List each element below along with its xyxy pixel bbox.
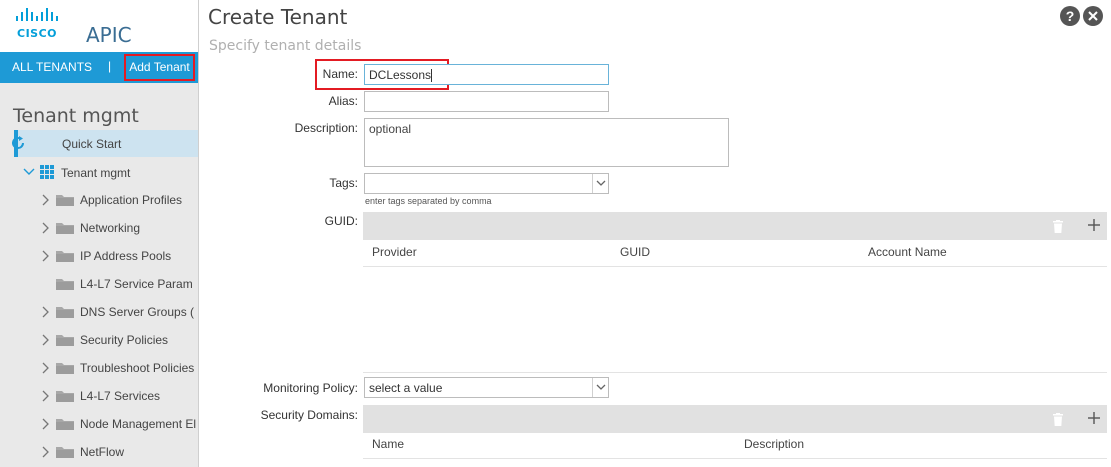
plus-icon[interactable] [1087,218,1101,232]
chevron-right-icon[interactable] [40,418,50,430]
folder-icon [56,195,74,206]
sidebar-item-quick-start[interactable]: Quick Start [12,130,198,157]
sidebar-heading: Tenant mgmt [13,105,139,127]
add-tenant-button[interactable]: Add Tenant [124,54,195,81]
trash-icon[interactable] [1052,413,1064,426]
chevron-right-icon[interactable] [40,250,50,262]
chevron-down-icon[interactable] [23,167,35,177]
chevron-right-icon[interactable] [40,390,50,402]
security-domains-toolbar [363,405,1107,433]
tenant-bar: ALL TENANTS | Add Tenant [0,52,198,83]
plus-icon[interactable] [1087,411,1101,425]
description-textarea[interactable]: optional [364,118,729,167]
cisco-logo-bars-icon [16,8,58,21]
name-label: Name: [322,67,358,81]
sidebar-tree-item[interactable]: Security Policies [0,326,198,354]
guid-column-account-name[interactable]: Account Name [868,245,947,259]
sidebar-tree-item[interactable]: Troubleshoot Policies [0,354,198,382]
chevron-right-icon[interactable] [40,306,50,318]
sidebar-item-label: Troubleshoot Policies [80,361,195,375]
sidebar-item-label: IP Address Pools [80,249,172,263]
sidebar-tree-item[interactable]: Application Profiles [0,186,198,214]
chevron-right-icon[interactable] [40,362,50,374]
chevron-right-icon[interactable] [40,222,50,234]
monitoring-policy-placeholder: select a value [369,381,443,395]
sidebar-item-label: Tenant mgmt [61,166,131,180]
guid-column-guid[interactable]: GUID [620,245,650,259]
monitoring-policy-select[interactable]: select a value [364,377,609,398]
left-sidebar: CISCO APIC ALL TENANTS | Add Tenant Tena… [0,0,199,467]
tags-hint: enter tags separated by comma [365,196,492,206]
guid-label: GUID: [324,214,358,228]
cisco-logo-text: CISCO [17,27,58,40]
quick-start-icon [12,136,25,149]
tags-select[interactable] [364,173,609,194]
chevron-right-icon[interactable] [40,334,50,346]
folder-icon [56,279,74,290]
folder-icon [56,251,74,262]
sidebar-tree-item[interactable]: DNS Server Groups ( [0,298,198,326]
page-title: Create Tenant [208,5,348,29]
sidebar-tree-item[interactable]: IP Address Pools [0,242,198,270]
close-icon[interactable] [1083,6,1103,26]
brand-area: CISCO APIC [0,0,198,52]
description-placeholder: optional [369,122,412,136]
sidebar-tree-item[interactable]: NetFlow [0,438,198,466]
create-tenant-dialog: Create Tenant Specify tenant details ? N… [200,0,1111,467]
name-input[interactable]: DCLessons [364,64,609,85]
sidebar-item-label: Application Profiles [80,193,183,207]
sidebar-item-tenant-mgmt[interactable]: Tenant mgmt [0,158,198,186]
sidebar-item-label: L4-L7 Service Param [80,277,193,291]
sidebar-item-label: Quick Start [62,137,122,151]
close-x-glyph [1088,11,1098,21]
chevron-down-icon[interactable] [592,378,608,397]
guid-toolbar [363,212,1107,240]
folder-icon [56,447,74,458]
help-icon[interactable]: ? [1060,6,1080,26]
grid-icon [40,165,54,179]
sidebar-item-label: Security Policies [80,333,169,347]
name-input-value: DCLessons [369,68,432,82]
sidebar-item-label: Node Management El [80,417,197,431]
alias-input[interactable] [364,91,609,112]
sidebar-tree-item[interactable]: L4-L7 Services [0,382,198,410]
all-tenants-link[interactable]: ALL TENANTS [12,60,92,74]
page-subtitle: Specify tenant details [209,38,362,54]
sidebar-item-label: L4-L7 Services [80,389,161,403]
security-domains-header-divider [363,458,1107,459]
alias-label: Alias: [328,94,358,108]
cisco-logo: CISCO [15,6,63,40]
chevron-down-icon[interactable] [592,174,608,193]
guid-header-divider [363,266,1107,267]
folder-icon [56,223,74,234]
monitoring-policy-label: Monitoring Policy: [263,381,358,395]
guid-bottom-divider [363,372,1107,373]
security-domains-column-name[interactable]: Name [372,437,404,451]
sidebar-tree-item[interactable]: Networking [0,214,198,242]
security-domains-column-description[interactable]: Description [744,437,804,451]
security-domains-label: Security Domains: [260,408,358,422]
folder-icon [56,419,74,430]
chevron-right-icon[interactable] [40,446,50,458]
folder-icon [56,335,74,346]
sidebar-item-label: DNS Server Groups ( [80,305,195,319]
guid-column-provider[interactable]: Provider [372,245,417,259]
sidebar-item-label: NetFlow [80,445,125,459]
sidebar-tree-item[interactable]: L4-L7 Service Param [0,270,198,298]
text-caret [431,69,433,83]
tags-label: Tags: [329,176,358,190]
chevron-right-icon[interactable] [40,194,50,206]
folder-icon [56,307,74,318]
folder-icon [56,363,74,374]
sidebar-item-label: Networking [80,221,141,235]
trash-icon[interactable] [1052,220,1064,233]
folder-icon [56,391,74,402]
sidebar-tree-item[interactable]: Node Management El [0,410,198,438]
app-title: APIC [86,23,132,47]
description-label: Description: [294,121,358,135]
tenant-bar-separator: | [108,59,112,73]
